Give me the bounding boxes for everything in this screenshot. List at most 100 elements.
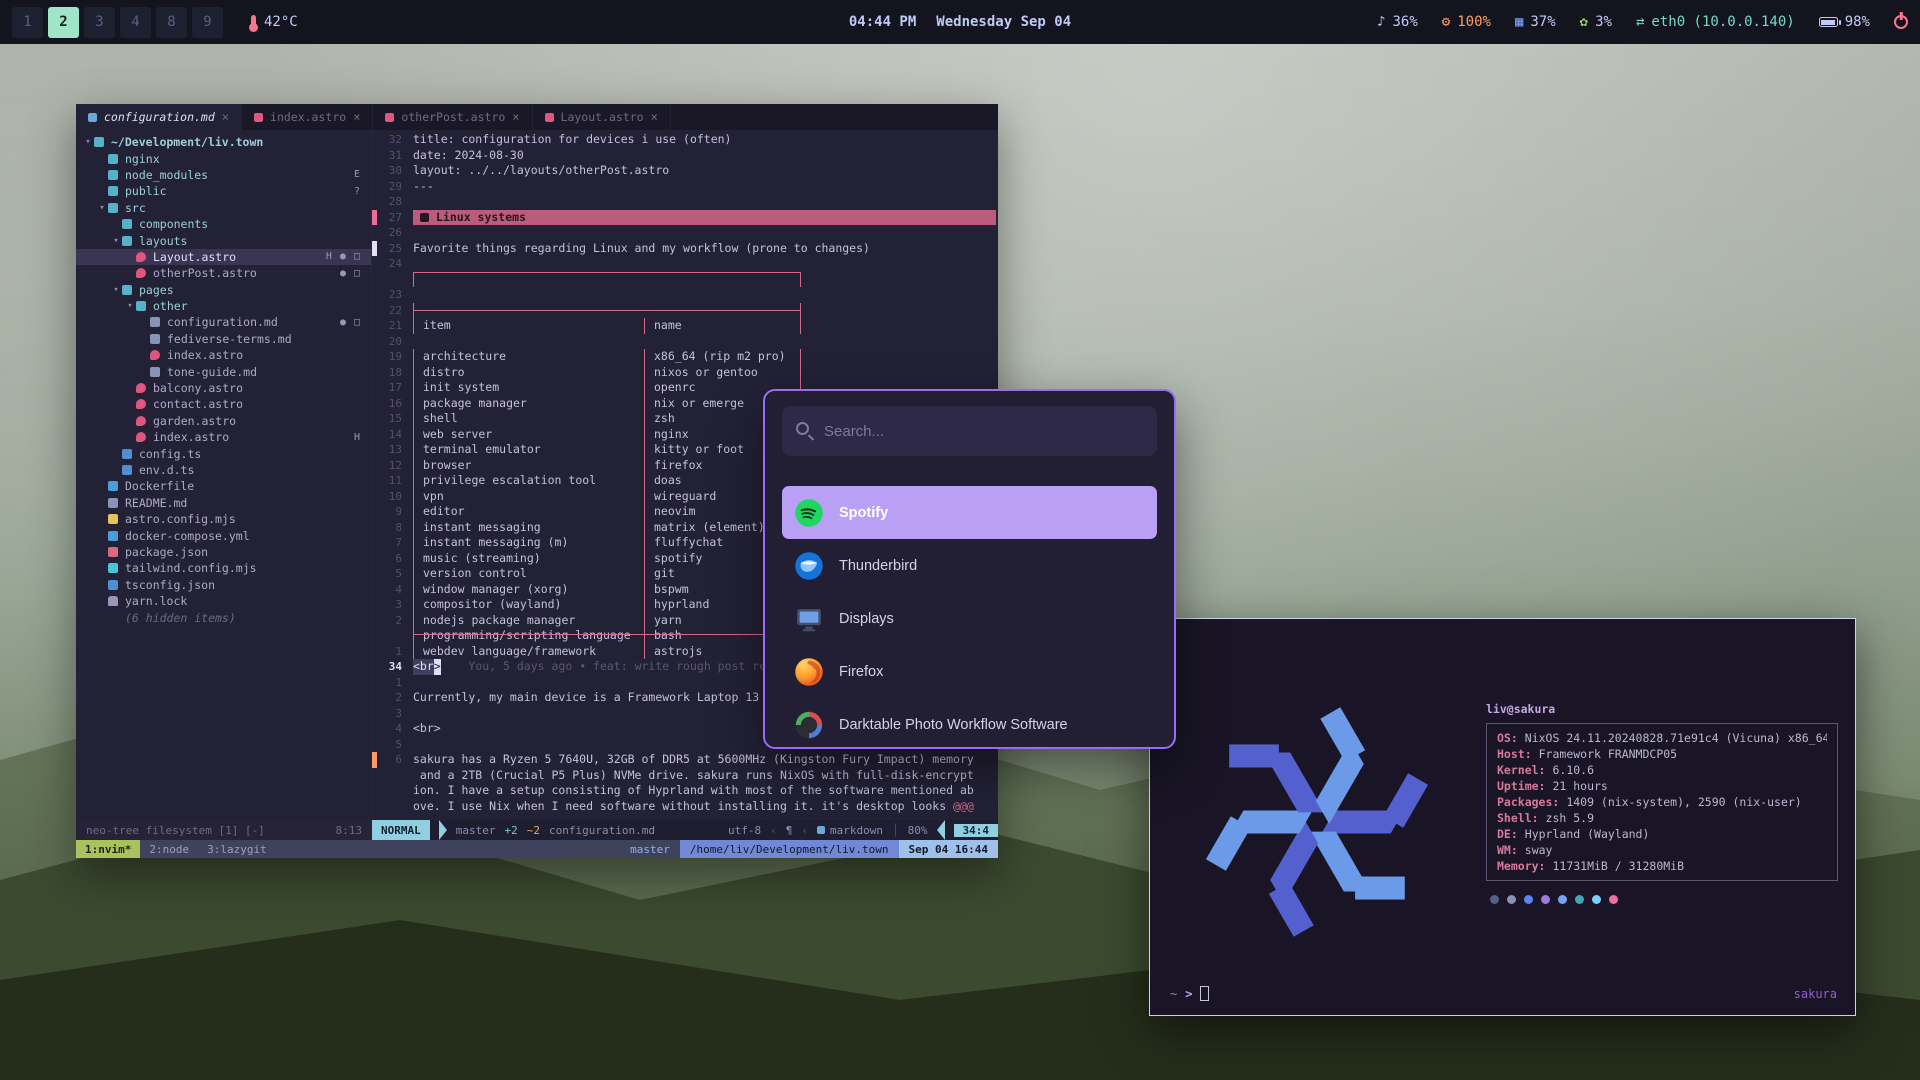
git-changed-count: ~2 [527,824,540,837]
table-separator-line: 22 [372,303,998,319]
tab-close-icon[interactable]: × [651,110,658,124]
tree-item[interactable]: Layout.astro H ● □ [76,249,371,265]
info-line: Kernel: 6.10.6 [1497,762,1827,778]
palette-dot [1592,895,1601,904]
tree-item[interactable]: configuration.md ● □ [76,314,371,330]
editor-tab[interactable]: Layout.astro × [533,104,671,130]
tree-item[interactable]: env.d.ts [76,462,371,478]
line-text: ion. I have a setup consisting of Hyprla… [413,783,974,799]
tree-item[interactable]: garden.astro [76,413,371,429]
terminal-window[interactable]: liv@sakura OS: NixOS 24.11.20240828.71e9… [1149,618,1856,1016]
workspace-button[interactable]: 3 [84,7,115,38]
info-label: Kernel: [1497,762,1545,778]
tree-item[interactable]: astro.config.mjs [76,511,371,527]
info-label: OS: [1497,730,1518,746]
app-item-displays[interactable]: Displays [782,592,1157,645]
tree-item[interactable]: Dockerfile [76,478,371,494]
tree-item[interactable]: tsconfig.json [76,577,371,593]
workspace-button[interactable]: 2 [48,7,79,38]
tmux-window-active[interactable]: 1:nvim* [76,840,140,858]
tree-item[interactable]: otherPost.astro ● □ [76,265,371,281]
tree-item[interactable]: index.astro H [76,429,371,445]
line-number: 11 [377,473,413,489]
line-number: 16 [377,396,413,412]
workspace-button[interactable]: 9 [192,7,223,38]
tab-close-icon[interactable]: × [353,110,360,124]
tree-item[interactable]: (6 hidden items) [76,609,371,625]
shell-prompt[interactable]: ~ > [1170,986,1209,1001]
terminal-color-palette [1486,895,1838,904]
line-number [377,783,413,799]
status-module[interactable]: 100% [1442,14,1491,30]
tree-item[interactable]: ▾ ~/Development/liv.town [76,134,371,150]
temperature-value: 42°C [264,14,298,30]
tree-item[interactable]: fediverse-terms.md [76,331,371,347]
line-ending-icon [786,824,793,837]
tree-item[interactable]: ▾ pages [76,282,371,298]
power-button[interactable] [1894,15,1908,29]
temperature-module[interactable]: 42°C [251,14,298,30]
tmux-window[interactable]: 2:node [140,840,198,858]
tree-item-label: tone-guide.md [167,365,257,379]
tree-item[interactable]: nginx [76,150,371,166]
tree-item[interactable]: contact.astro [76,396,371,412]
status-module[interactable]: 37% [1515,14,1556,30]
tree-item-label: garden.astro [153,414,236,428]
status-module[interactable]: 36% [1377,14,1418,30]
tree-item[interactable]: index.astro [76,347,371,363]
editor-line: 25 Favorite things regarding Linux and m… [372,241,998,257]
markdown-heading: Linux systems [413,210,996,226]
tree-item[interactable]: tailwind.config.mjs [76,560,371,576]
tree-item[interactable]: ▾ layouts [76,232,371,248]
tree-item[interactable]: README.md [76,495,371,511]
search-input[interactable] [782,406,1157,456]
status-module[interactable]: 3% [1580,14,1612,30]
tab-close-icon[interactable]: × [512,110,519,124]
tree-item[interactable]: public ? [76,183,371,199]
tree-item[interactable]: ▾ src [76,200,371,216]
table-row-line: 18 package manager nix or emerge [372,365,998,381]
tree-item[interactable]: tone-guide.md [76,363,371,379]
line-number: 8 [377,520,413,536]
info-value: zsh 5.9 [1546,810,1594,826]
editor-tab[interactable]: configuration.md × [76,104,242,130]
tab-close-icon[interactable]: × [222,110,229,124]
tree-item[interactable]: config.ts [76,445,371,461]
line-number: 20 [377,334,413,350]
status-module[interactable]: eth0 (10.0.0.140) [1636,14,1795,30]
status-modules: 36% 100% 37% 3% eth0 (10.0.0.140) 98% [1377,14,1870,30]
battery-module[interactable]: 98% [1819,14,1870,30]
displays-icon [794,604,824,634]
typescript-file-icon [122,449,132,459]
line-text: and a 2TB (Crucial P5 Plus) NVMe drive. … [413,768,974,784]
tree-item[interactable]: package.json [76,544,371,560]
info-value: NixOS 24.11.20240828.71e91c4 (Vicuna) x8… [1525,730,1827,746]
editor-tab[interactable]: index.astro × [242,104,373,130]
workspace-button[interactable]: 8 [156,7,187,38]
tree-item[interactable]: docker-compose.yml [76,527,371,543]
thermometer-icon [251,15,256,29]
tree-item[interactable]: ▾ other [76,298,371,314]
editor-line: ion. I have a setup consisting of Hyprla… [372,783,998,799]
tree-item[interactable]: yarn.lock [76,593,371,609]
tree-item-label: src [125,201,146,215]
app-item-thunderbird[interactable]: Thunderbird [782,539,1157,592]
table-header-line: 23 item name [372,287,998,303]
app-launcher[interactable]: Spotify Thunderbird Displays Firefox Dar… [763,389,1176,749]
tmux-window[interactable]: 3:lazygit [198,840,276,858]
tmux-datetime: Sep 04 16:44 [899,840,998,858]
line-number: 21 [377,318,413,334]
app-item-firefox[interactable]: Firefox [782,645,1157,698]
workspace-button[interactable]: 1 [12,7,43,38]
line-text: ove. I use Nix when I need software with… [413,799,953,815]
app-item-spotify[interactable]: Spotify [782,486,1157,539]
app-item-darktable[interactable]: Darktable Photo Workflow Software [782,698,1157,749]
workspace-button[interactable]: 4 [120,7,151,38]
statusline-filename: configuration.md [549,824,655,837]
line-text: <br [413,659,434,675]
tree-item[interactable]: balcony.astro [76,380,371,396]
file-tree[interactable]: ▾ ~/Development/liv.town nginx node_modu… [76,130,372,820]
tree-item[interactable]: components [76,216,371,232]
tree-item[interactable]: node_modules E [76,167,371,183]
editor-tab[interactable]: otherPost.astro × [373,104,532,130]
